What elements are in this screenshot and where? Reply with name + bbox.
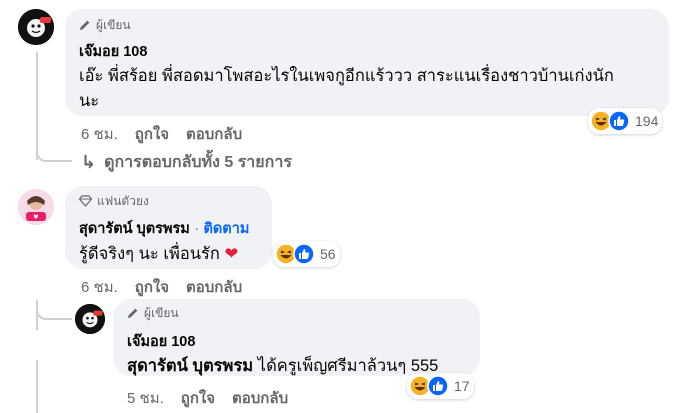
comment-time[interactable]: 6 ชม. (81, 122, 118, 146)
reply-arrow-icon: ↳ (81, 152, 97, 172)
fan-badge: แฟนตัวยง (79, 193, 258, 209)
cartoon-avatar-icon (75, 304, 105, 334)
badge-label: ผู้เขียน (96, 17, 131, 32)
author-badge: ผู้เขียน (127, 305, 466, 321)
comment-text-line2: นะ (79, 92, 100, 110)
comment-text-body: ได้ครูเพ็ญศรีมาล้วนๆ 555 (257, 357, 439, 375)
reaction-summary[interactable]: 17 (407, 373, 474, 399)
reply-button[interactable]: ตอบกลับ (186, 122, 242, 146)
comment-author[interactable]: เจ๊มอย 108 (127, 330, 466, 353)
thread-line-main (36, 52, 38, 160)
badge-label: ผู้เขียน (144, 305, 179, 320)
like-button[interactable]: ถูกใจ (135, 122, 169, 146)
view-replies-label: ดูการตอบกลับทั้ง 5 รายการ (104, 154, 292, 171)
comment-bubble: แฟนตัวยง สุดารัตน์ บุตรพรม · ติดตาม รู้ด… (65, 186, 272, 269)
pencil-icon (80, 20, 90, 30)
avatar[interactable]: ♥ (18, 189, 54, 225)
avatar[interactable] (75, 304, 105, 334)
diamond-icon (79, 195, 92, 207)
reply-button[interactable]: ตอบกลับ (232, 386, 288, 410)
comment-actions: 6 ชม. ถูกใจ ตอบกลับ (81, 275, 259, 299)
cartoon-avatar-icon (18, 9, 54, 45)
like-emoji-icon (608, 110, 630, 132)
view-replies-button[interactable]: ↳ ดูการตอบกลับทั้ง 5 รายการ (81, 150, 292, 175)
heart-icon: ❤ (224, 245, 239, 263)
comment-author[interactable]: เจ๊มอย 108 (79, 40, 655, 63)
reaction-summary[interactable]: 56 (273, 241, 340, 267)
comment-bubble: ผู้เขียน เจ๊มอย 108 เอ๊ะ พี่สร้อย พี่สอด… (65, 9, 669, 116)
follow-button[interactable]: ติดตาม (203, 221, 249, 237)
thread-line-curve (36, 150, 72, 162)
comment-time[interactable]: 6 ชม. (81, 275, 118, 299)
pencil-icon (128, 308, 138, 318)
badge-label: แฟนตัวยง (97, 193, 149, 208)
comment-text: รู้ดีจริงๆ นะ เพื่อนรัก ❤ (79, 242, 258, 267)
avatar[interactable] (18, 9, 54, 45)
comment-actions: 5 ชม. ถูกใจ ตอบกลับ (127, 386, 305, 410)
author-badge: ผู้เขียน (79, 17, 655, 33)
mention-link[interactable]: สุดารัตน์ บุตรพรม (127, 357, 253, 375)
reaction-count: 56 (320, 246, 336, 262)
reply-button[interactable]: ตอบกลับ (186, 275, 242, 299)
comment-actions: 6 ชม. ถูกใจ ตอบกลับ (81, 122, 259, 146)
like-emoji-icon (293, 243, 315, 265)
reaction-summary[interactable]: 194 (588, 108, 663, 134)
comment-author[interactable]: สุดารัตน์ บุตรพรม (79, 221, 190, 237)
like-emoji-icon (427, 375, 449, 397)
svg-text:♥: ♥ (33, 214, 38, 221)
comment-text-body: รู้ดีจริงๆ นะ เพื่อนรัก (79, 245, 220, 263)
comment-time[interactable]: 5 ชม. (127, 386, 164, 410)
comment-text-line1: เอ๊ะ พี่สร้อย พี่สอดมาโพสอะไรในเพจกูอีกแ… (79, 67, 614, 85)
like-button[interactable]: ถูกใจ (135, 275, 169, 299)
separator: · (194, 220, 199, 236)
reaction-count: 17 (454, 378, 470, 394)
thread-line-reply-curve (36, 308, 72, 320)
thread-line-reply (36, 360, 38, 413)
comment-bubble: ผู้เขียน เจ๊มอย 108 สุดารัตน์ บุตรพรม ได… (113, 299, 480, 376)
like-button[interactable]: ถูกใจ (181, 386, 215, 410)
profile-photo-icon: ♥ (18, 189, 54, 225)
reaction-count: 194 (635, 113, 659, 129)
